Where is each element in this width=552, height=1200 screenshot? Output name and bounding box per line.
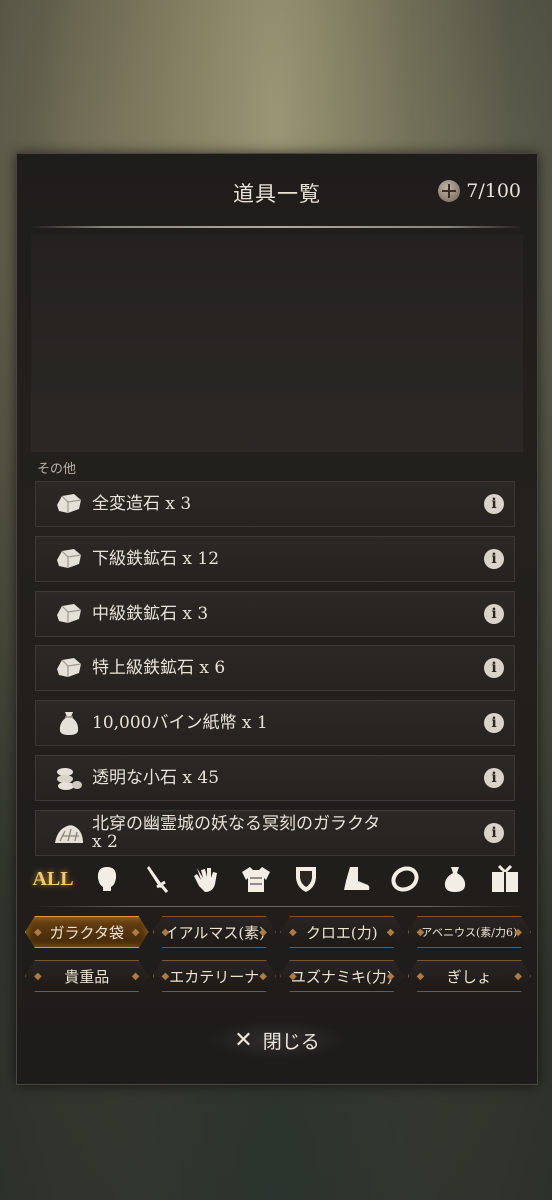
item-label: 透明な小石 x 45 [92, 767, 220, 788]
item-list: 全変造石 x 3 i 下級鉄鉱石 x 12 i 中級鉄鉱石 x 3 i 特上級鉄… [35, 481, 515, 865]
item-label: 10,000バイン紙幣 x 1 [92, 713, 268, 734]
filter-tag-label: イアルマス(素) [163, 923, 266, 942]
item-row[interactable]: 全変造石 x 3 i [35, 481, 515, 527]
info-icon[interactable]: i [484, 767, 504, 788]
info-icon[interactable]: i [484, 494, 504, 514]
filter-tag-junk-bag[interactable]: ◆ ガラクタ袋 ◆ [25, 916, 149, 948]
filter-tag-label: ガラクタ袋 [49, 923, 124, 942]
item-row[interactable]: 北穿の幽霊城の妖なる冥刻のガラクタ x 2 i [35, 809, 515, 856]
sword-icon[interactable] [139, 861, 175, 897]
section-label: その他 [37, 462, 77, 477]
pouch-icon[interactable] [437, 861, 473, 897]
filter-tag-ialmas[interactable]: ◆ イアルマス(素) ◆ [152, 916, 276, 948]
filter-tag-label: アベニウス(素/力6) [421, 926, 518, 939]
capacity-counter[interactable]: 7/100 [438, 180, 521, 202]
item-label: 特上級鉄鉱石 x 6 [92, 658, 226, 679]
filter-tag-chloe[interactable]: ◆ クロエ(力) ◆ [280, 916, 404, 948]
inventory-panel: 道具一覧 7/100 その他 全変造石 x 3 i 下級鉄鉱石 x 12 i 中… [16, 153, 538, 1085]
shield-icon[interactable] [288, 861, 324, 897]
header-divider [31, 226, 523, 228]
ore-stone-icon [52, 599, 86, 629]
item-label: 下級鉄鉱石 x 12 [92, 548, 220, 569]
armor-icon[interactable] [238, 861, 274, 897]
close-label: 閉じる [262, 1030, 320, 1053]
empty-list-area [31, 234, 523, 452]
item-label-line1: 北穿の幽霊城の妖なる冥刻のガラクタ [92, 813, 381, 834]
item-label-line2: x 2 [92, 831, 118, 852]
ring-icon[interactable] [387, 861, 423, 897]
filter-tag-label: クロエ(力) [305, 923, 378, 942]
panel-header: 道具一覧 7/100 [17, 154, 537, 226]
filter-tag-label: ユズナミキ(力) [290, 967, 393, 986]
capacity-value: 7/100 [466, 180, 521, 202]
filter-tag-label: 貴重品 [64, 967, 110, 986]
info-icon[interactable]: i [484, 658, 504, 679]
item-row[interactable]: 特上級鉄鉱石 x 6 i [35, 645, 515, 692]
item-label: 北穿の幽霊城の妖なる冥刻のガラクタ x 2 [92, 815, 484, 851]
filter-tag-grid: ◆ ガラクタ袋 ◆ ◆ イアルマス(素) ◆ ◆ クロエ(力) ◆ ◆ アベニウス(素/力6)… [25, 916, 531, 992]
filter-tag-ekaterina[interactable]: ◆ エカテリーナ ◆ [152, 960, 276, 992]
category-filter-bar: ALL [31, 854, 523, 904]
info-icon[interactable]: i [484, 603, 504, 624]
category-divider [31, 906, 523, 907]
filter-tag-yuzunamiki[interactable]: ◆ ユズナミキ(力) ◆ [280, 960, 404, 992]
filter-tag-label: ぎしょ [446, 967, 492, 986]
filter-tag-valuables[interactable]: ◆ 貴重品 ◆ [25, 960, 149, 992]
glove-icon[interactable] [188, 861, 224, 897]
item-label: 中級鉄鉱石 x 3 [92, 603, 209, 624]
junk-pile-icon [52, 818, 86, 848]
ore-stone-icon [52, 489, 86, 519]
gift-box-icon[interactable] [487, 861, 523, 897]
head-icon[interactable] [89, 861, 125, 897]
filter-tag-gisho[interactable]: ◆ ぎしょ ◆ [407, 960, 531, 992]
item-row[interactable]: 透明な小石 x 45 i [35, 754, 515, 801]
filter-tag-avenius[interactable]: ◆ アベニウス(素/力6) ◆ [407, 916, 531, 948]
item-row[interactable]: 下級鉄鉱石 x 12 i [35, 535, 515, 582]
info-icon[interactable]: i [484, 822, 504, 843]
money-bag-icon [52, 708, 86, 738]
ore-stone-icon [52, 653, 86, 683]
item-row[interactable]: 中級鉄鉱石 x 3 i [35, 590, 515, 637]
ore-stone-icon [52, 544, 86, 574]
plus-icon[interactable] [438, 180, 461, 202]
info-icon[interactable]: i [484, 713, 504, 734]
category-all-button[interactable]: ALL [31, 868, 75, 891]
item-label: 全変造石 x 3 [92, 494, 192, 514]
filter-tag-label: エカテリーナ [169, 967, 260, 986]
pebbles-icon [52, 763, 86, 793]
boot-icon[interactable] [338, 861, 374, 897]
item-row[interactable]: 10,000バイン紙幣 x 1 i [35, 700, 515, 747]
close-icon: ✕ [234, 1027, 253, 1053]
close-button[interactable]: ✕ 閉じる [207, 1020, 347, 1060]
info-icon[interactable]: i [484, 548, 504, 569]
